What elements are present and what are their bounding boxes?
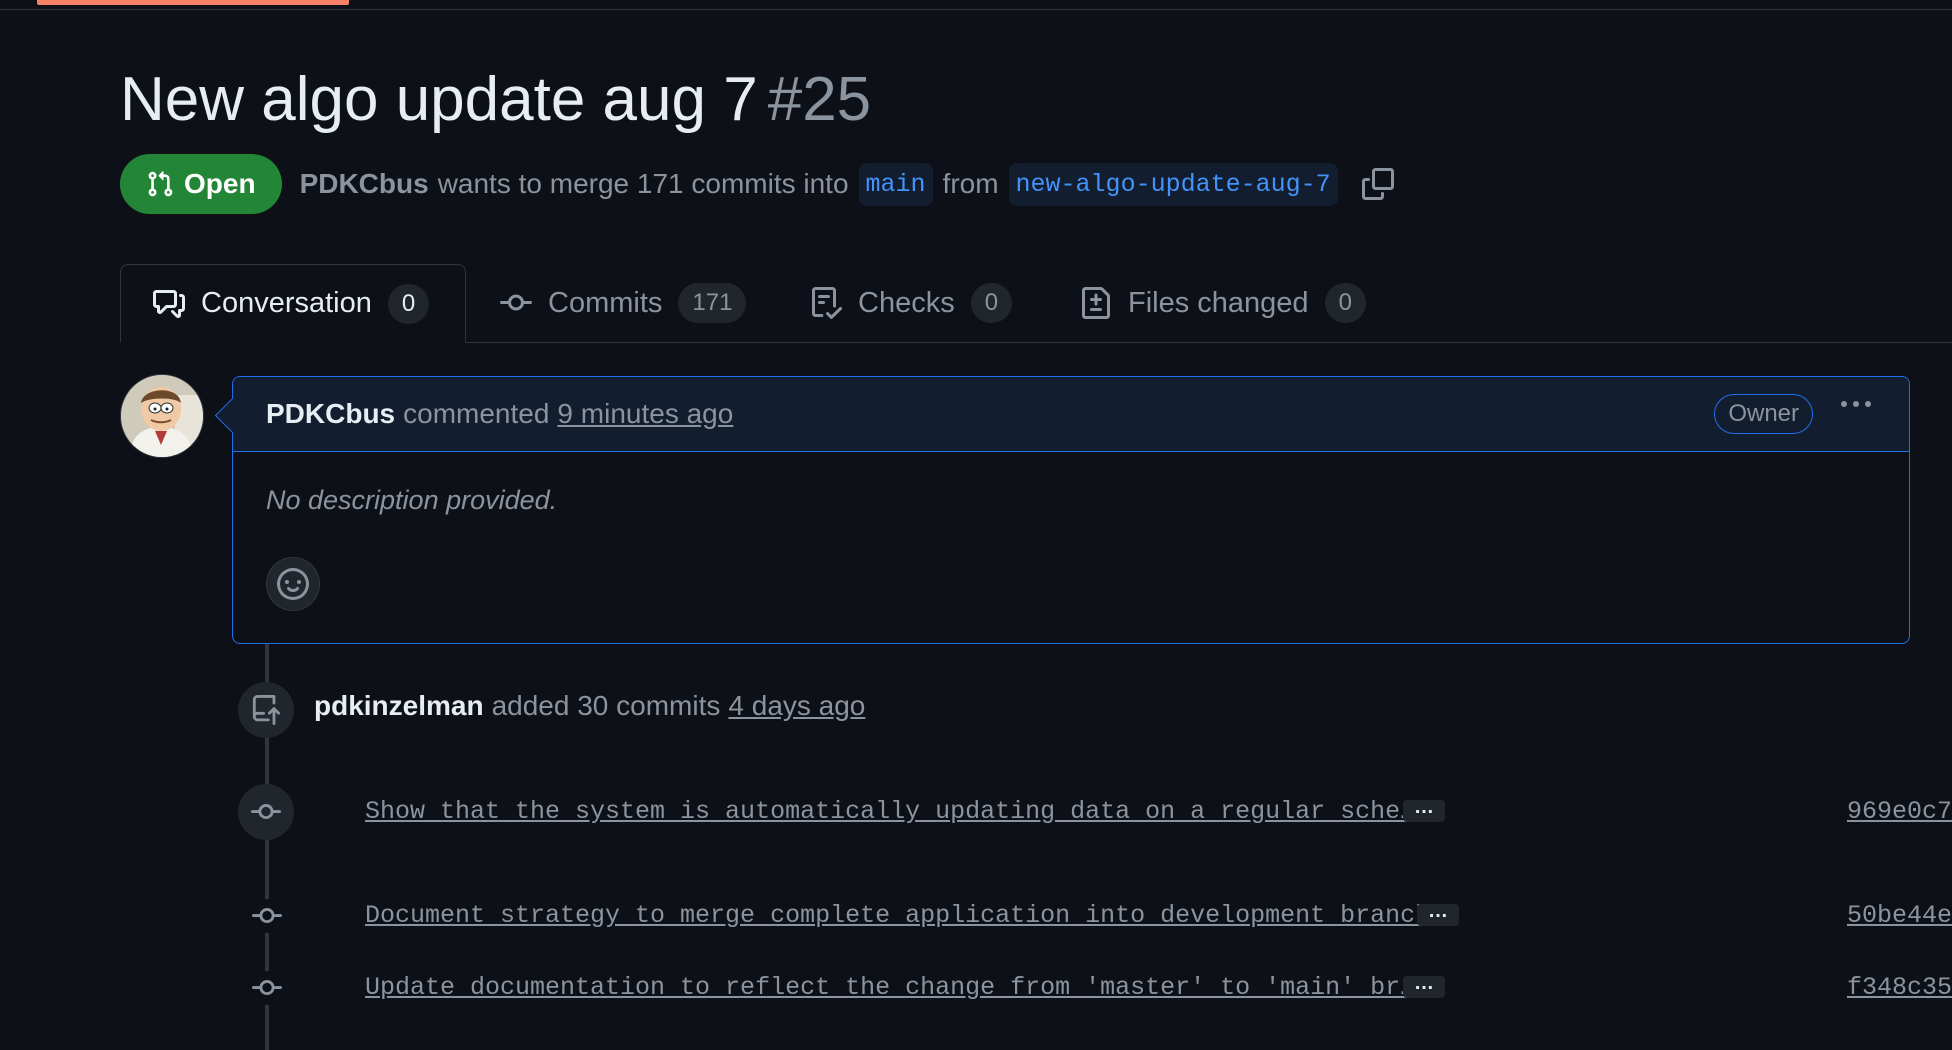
avatar[interactable] [120, 374, 204, 458]
commit-sha-link[interactable]: 50be44e [1847, 896, 1952, 936]
tab-files-changed[interactable]: Files changed 0 [1080, 264, 1366, 342]
git-commit-icon [500, 287, 532, 319]
smiley-icon [277, 568, 309, 600]
checklist-icon [810, 287, 842, 319]
add-reaction-button[interactable] [266, 557, 320, 611]
top-loading-bar [0, 0, 1952, 10]
tab-checks-label: Checks [858, 286, 955, 319]
base-branch[interactable]: main [858, 162, 933, 206]
merge-summary-text: wants to merge 171 commits into [437, 168, 849, 199]
repo-push-icon [238, 682, 294, 738]
tab-commits[interactable]: Commits 171 [500, 264, 747, 342]
tab-conversation[interactable]: Conversation 0 [120, 264, 466, 343]
git-commit-icon [238, 784, 294, 840]
expand-commit-button[interactable]: … [1403, 973, 1445, 998]
comment-body: No description provided. [266, 485, 558, 515]
copy-icon[interactable] [1361, 168, 1394, 200]
pr-author-link[interactable]: PDKCbus [300, 168, 429, 200]
tab-files-changed-count: 0 [1324, 283, 1366, 323]
expand-commit-button[interactable]: … [1403, 797, 1445, 822]
status-label: Open [184, 168, 256, 199]
tab-commits-label: Commits [548, 286, 663, 319]
commit-message-link[interactable]: Document strategy to merge complete appl… [365, 896, 1430, 936]
comment-discussion-icon [153, 288, 185, 320]
comment-header: PDKCbus commented 9 minutes ago Owner [233, 377, 1909, 452]
commit-message-link[interactable]: Update documentation to reflect the chan… [365, 968, 1415, 1008]
owner-badge: Owner [1714, 394, 1813, 434]
timeline-event: pdkinzelman added 30 commits 4 days ago [314, 688, 865, 724]
commit-sha-link[interactable]: 969e0c7 [1847, 792, 1952, 832]
pr-description-comment: PDKCbus commented 9 minutes ago Owner No… [214, 376, 1910, 644]
git-commit-icon [250, 899, 284, 933]
kebab-horizontal-icon[interactable] [1841, 401, 1871, 407]
file-diff-icon [1080, 287, 1112, 319]
status-badge: Open [120, 154, 282, 214]
expand-commit-button[interactable]: … [1417, 901, 1459, 926]
head-branch[interactable]: new-algo-update-aug-7 [1008, 162, 1338, 206]
tab-checks-count: 0 [970, 283, 1013, 323]
tab-conversation-count: 0 [387, 283, 430, 324]
pr-number: #25 [767, 65, 872, 134]
from-label: from [942, 168, 999, 199]
pr-meta: Open PDKCbus wants to merge 171 commits … [120, 154, 1394, 214]
event-time-link[interactable]: 4 days ago [728, 690, 865, 721]
comment-author-link[interactable]: PDKCbus [266, 398, 395, 430]
event-action: added 30 commits [491, 690, 721, 721]
pr-title: New algo update aug 7 [120, 65, 758, 134]
commit-sha-link[interactable]: f348c35 [1847, 968, 1952, 1008]
tab-files-changed-label: Files changed [1128, 286, 1309, 319]
pull-request-icon [146, 170, 174, 198]
tab-commits-count: 171 [678, 283, 747, 323]
tab-conversation-label: Conversation [201, 287, 372, 319]
tab-checks[interactable]: Checks 0 [810, 264, 1013, 342]
comment-timestamp-link[interactable]: 9 minutes ago [557, 398, 733, 430]
comment-action: commented [403, 398, 550, 429]
commit-row: Update documentation to reflect the chan… [120, 968, 1952, 1008]
commit-message-link[interactable]: Show that the system is automatically up… [365, 792, 1415, 832]
loading-progress [37, 0, 349, 5]
commit-row: Document strategy to merge complete appl… [120, 896, 1952, 936]
page-title: New algo update aug 7 #25 [120, 62, 871, 138]
merge-summary: PDKCbus wants to merge 171 commits into … [300, 162, 1394, 206]
pr-tabs: Conversation 0 Commits 171 Checks 0 File… [120, 264, 1952, 343]
event-actor-link[interactable]: pdkinzelman [314, 690, 484, 721]
git-commit-icon [250, 971, 284, 1005]
commit-row: Show that the system is automatically up… [120, 784, 1952, 840]
